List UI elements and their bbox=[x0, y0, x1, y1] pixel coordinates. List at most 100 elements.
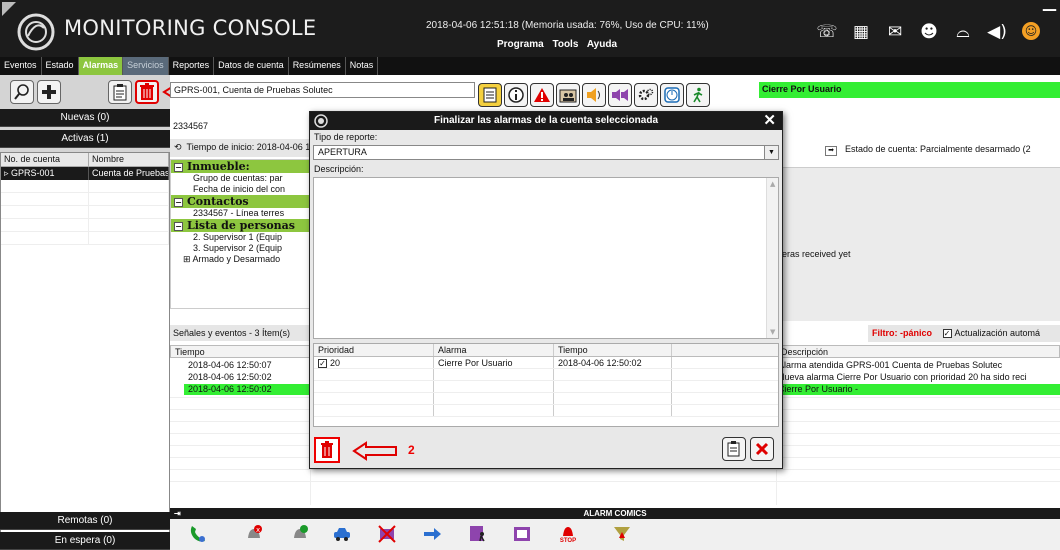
stop-alarm-icon[interactable]: STOP bbox=[556, 522, 580, 546]
bell-red-icon[interactable]: x bbox=[242, 522, 266, 546]
tab-notas[interactable]: Notas bbox=[346, 57, 379, 75]
owl-icon[interactable]: ☻ bbox=[918, 22, 940, 42]
dialog-footer: 2 bbox=[314, 435, 778, 465]
clipboard-icon bbox=[727, 441, 740, 457]
tree-item[interactable]: 3. Supervisor 2 (Equip bbox=[171, 243, 309, 254]
tab-eventos[interactable]: Eventos bbox=[0, 57, 42, 75]
tree-item[interactable]: Fecha de inicio del con bbox=[171, 184, 309, 195]
tree-item[interactable]: 2. Supervisor 1 (Equip bbox=[171, 232, 309, 243]
tree-group-inmueble[interactable]: − Inmueble: bbox=[171, 160, 309, 173]
activas-header[interactable]: Activas (1) bbox=[0, 130, 170, 148]
en-espera-header[interactable]: En espera (0) bbox=[0, 532, 170, 550]
tree-item-armado[interactable]: ⊞ Armado y Desarmado bbox=[171, 254, 309, 265]
tab-alarmas[interactable]: Alarmas bbox=[78, 57, 124, 75]
search-button[interactable] bbox=[10, 80, 34, 104]
event-time[interactable]: 2018-04-06 12:50:02 bbox=[188, 372, 272, 383]
alarms-table: Prioridad Alarma Tiempo ✓ 20 Cierre Por U… bbox=[313, 343, 779, 427]
event-description-selected[interactable]: Cierre Por Usuario - bbox=[776, 384, 1060, 395]
tree-group-personas[interactable]: − Lista de personas bbox=[171, 219, 309, 232]
table-row[interactable]: ✓ 20 Cierre Por Usuario 2018-04-06 12:50:… bbox=[314, 357, 778, 369]
close-icon[interactable]: ✕ bbox=[763, 112, 776, 130]
filter-funnel-icon[interactable] bbox=[610, 522, 634, 546]
no-signal-icon[interactable] bbox=[375, 522, 399, 546]
users-button[interactable] bbox=[556, 83, 580, 107]
tab-datos-de-cuenta[interactable]: Datos de cuenta bbox=[214, 57, 289, 75]
event-time[interactable]: 2018-04-06 12:50:07 bbox=[188, 360, 272, 371]
panel-icon[interactable] bbox=[510, 522, 534, 546]
column-alarm[interactable]: Alarma bbox=[434, 344, 554, 356]
report-button[interactable] bbox=[108, 80, 132, 104]
filter-label[interactable]: Filtro: -pánico bbox=[872, 328, 932, 338]
trash-icon bbox=[140, 83, 154, 100]
menu-programa[interactable]: Programa bbox=[497, 39, 544, 50]
title-icon-group: ☏ ▦ ✉ ☻ ⌓ ◀) ☺ bbox=[816, 22, 1040, 42]
column-account-number[interactable]: No. de cuenta bbox=[1, 153, 89, 166]
phone-alarm-icon[interactable] bbox=[186, 522, 210, 546]
chevron-down-icon[interactable]: ▼ bbox=[764, 146, 778, 159]
tree-item[interactable]: 2334567 - Línea terres bbox=[171, 208, 309, 219]
tree-item[interactable]: Grupo de cuentas: par bbox=[171, 173, 309, 184]
phone-icon[interactable]: ☏ bbox=[816, 22, 838, 42]
tab-servicios[interactable]: Servicios bbox=[123, 57, 169, 75]
nuevas-header[interactable]: Nuevas (0) bbox=[0, 109, 170, 127]
info-button[interactable] bbox=[504, 83, 528, 107]
speaker-icon[interactable]: ◀) bbox=[986, 22, 1008, 42]
settings-button[interactable] bbox=[634, 83, 658, 107]
account-info-tree: − Inmueble: Grupo de cuentas: par Fecha d… bbox=[170, 159, 310, 309]
pin-icon[interactable]: ⇥ bbox=[174, 508, 181, 519]
alarm-action-toolbar bbox=[478, 83, 710, 107]
car-icon[interactable] bbox=[330, 522, 354, 546]
walking-person-icon bbox=[693, 87, 703, 103]
exit-button[interactable] bbox=[686, 83, 710, 107]
tree-group-contactos[interactable]: − Contactos bbox=[171, 195, 309, 208]
search-icon bbox=[14, 84, 29, 100]
person-report-icon[interactable] bbox=[466, 522, 490, 546]
cameras-status-text: eras received yet bbox=[782, 249, 851, 259]
alarm-comics-bar: ⇥ ALARM COMICS x STOP bbox=[170, 508, 1060, 550]
event-description[interactable]: Alarma atendida GPRS-001 Cuenta de Prueb… bbox=[778, 360, 1060, 371]
arrow-right-icon[interactable]: ➡ bbox=[825, 146, 837, 156]
report-button[interactable] bbox=[722, 437, 746, 461]
tab-estado[interactable]: Estado bbox=[42, 57, 79, 75]
menu-ayuda[interactable]: Ayuda bbox=[587, 39, 617, 50]
table-row[interactable]: ▹ GPRS-001 Cuenta de Pruebas Solutec bbox=[1, 167, 169, 180]
notes-button[interactable] bbox=[478, 83, 502, 107]
column-priority[interactable]: Prioridad bbox=[314, 344, 434, 356]
add-button[interactable] bbox=[37, 80, 61, 104]
chat-icon[interactable]: ⌓ bbox=[952, 22, 974, 42]
bell-green-icon[interactable] bbox=[288, 522, 312, 546]
row-checkbox[interactable]: ✓ bbox=[318, 359, 327, 369]
minimize-button[interactable]: — bbox=[1042, 0, 1057, 18]
time-cell: 2018-04-06 12:50:02 bbox=[554, 357, 672, 368]
calculator-icon[interactable]: ▦ bbox=[850, 22, 872, 42]
delete-button[interactable] bbox=[314, 437, 340, 463]
mute-button[interactable] bbox=[608, 83, 632, 107]
sound-button[interactable] bbox=[582, 83, 606, 107]
close-icon bbox=[755, 442, 769, 456]
column-description[interactable]: Descripción bbox=[776, 345, 1060, 358]
description-textarea[interactable]: ▲ ▼ bbox=[313, 177, 779, 339]
delete-alarm-button[interactable] bbox=[135, 80, 159, 104]
menu-tools[interactable]: Tools bbox=[552, 39, 578, 50]
column-name[interactable]: Nombre bbox=[89, 153, 169, 166]
title-bar: MONITORING CONSOLE 2018-04-06 12:51:18 (… bbox=[0, 0, 1060, 57]
cancel-button[interactable] bbox=[750, 437, 774, 461]
warning-button[interactable] bbox=[530, 83, 554, 107]
user-avatar-icon[interactable]: ☺ bbox=[1022, 22, 1040, 40]
tab-resumenes[interactable]: Resúmenes bbox=[289, 57, 346, 75]
auto-update-checkbox[interactable]: ✓ bbox=[942, 329, 952, 339]
report-type-select[interactable]: APERTURA ▼ bbox=[313, 145, 779, 160]
column-time[interactable]: Tiempo bbox=[554, 344, 672, 356]
tab-reportes[interactable]: Reportes bbox=[169, 57, 215, 75]
column-time[interactable]: Tiempo bbox=[170, 345, 310, 358]
remotas-header[interactable]: Remotas (0) bbox=[0, 512, 170, 530]
alarm-type-icons: x STOP bbox=[170, 522, 1060, 548]
cell-account: ▹ GPRS-001 bbox=[1, 167, 89, 180]
mail-icon[interactable]: ✉ bbox=[884, 22, 906, 42]
transfer-icon[interactable] bbox=[420, 522, 444, 546]
timer-button[interactable] bbox=[660, 83, 684, 107]
event-description[interactable]: Nueva alarma Cierre Por Usuario con prio… bbox=[778, 372, 1060, 383]
event-time-selected[interactable]: 2018-04-06 12:50:02 bbox=[184, 384, 310, 395]
finalize-alarms-dialog: Finalizar las alarmas de la cuenta selec… bbox=[309, 111, 783, 469]
vertical-scrollbar[interactable]: ▲ ▼ bbox=[766, 178, 778, 338]
